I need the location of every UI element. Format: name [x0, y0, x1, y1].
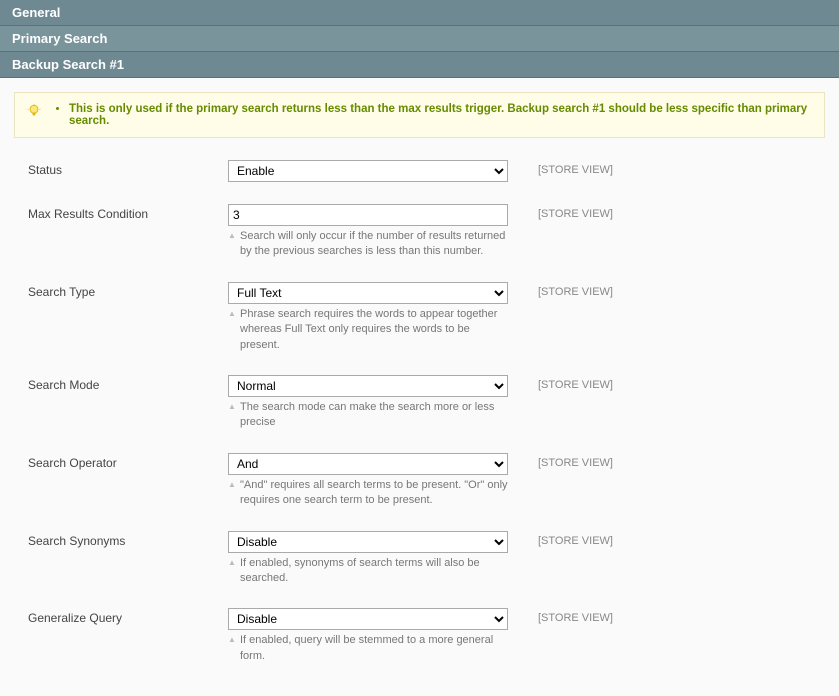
row-search-synonyms: Search Synonyms Disable If enabled, syno… — [28, 527, 811, 591]
label-search-operator: Search Operator — [28, 453, 228, 470]
label-search-type: Search Type — [28, 282, 228, 299]
row-status: Status Enable [STORE VIEW] — [28, 156, 811, 186]
input-max-results[interactable] — [228, 204, 508, 226]
help-search-type: Phrase search requires the words to appe… — [228, 307, 508, 353]
select-generalize-query[interactable]: Disable — [228, 608, 508, 630]
label-max-results: Max Results Condition — [28, 204, 228, 221]
lightbulb-icon — [27, 104, 41, 118]
notice-box: This is only used if the primary search … — [14, 92, 825, 138]
help-search-mode: The search mode can make the search more… — [228, 400, 508, 431]
help-search-operator: "And" requires all search terms to be pr… — [228, 478, 508, 509]
notice-list: This is only used if the primary search … — [69, 103, 812, 127]
section-primary-search[interactable]: Primary Search — [0, 26, 839, 52]
scope-status: [STORE VIEW] — [538, 160, 613, 176]
row-search-operator: Search Operator And "And" requires all s… — [28, 449, 811, 513]
scope-search-synonyms: [STORE VIEW] — [538, 531, 613, 547]
row-generalize-query: Generalize Query Disable If enabled, que… — [28, 604, 811, 668]
section-general[interactable]: General — [0, 0, 839, 26]
help-max-results: Search will only occur if the number of … — [228, 229, 508, 260]
label-search-mode: Search Mode — [28, 375, 228, 392]
section-backup-search-1[interactable]: Backup Search #1 — [0, 52, 839, 78]
select-search-synonyms[interactable]: Disable — [228, 531, 508, 553]
label-generalize-query: Generalize Query — [28, 608, 228, 625]
scope-search-type: [STORE VIEW] — [538, 282, 613, 298]
select-search-mode[interactable]: Normal — [228, 375, 508, 397]
notice-text: This is only used if the primary search … — [69, 103, 812, 127]
row-search-type: Search Type Full Text Phrase search requ… — [28, 278, 811, 357]
row-search-mode: Search Mode Normal The search mode can m… — [28, 371, 811, 435]
scope-search-operator: [STORE VIEW] — [538, 453, 613, 469]
scope-generalize-query: [STORE VIEW] — [538, 608, 613, 624]
select-search-operator[interactable]: And — [228, 453, 508, 475]
help-generalize-query: If enabled, query will be stemmed to a m… — [228, 633, 508, 664]
scope-max-results: [STORE VIEW] — [538, 204, 613, 220]
backup-search-content: This is only used if the primary search … — [0, 78, 839, 696]
select-search-type[interactable]: Full Text — [228, 282, 508, 304]
row-max-results: Max Results Condition Search will only o… — [28, 200, 811, 264]
help-search-synonyms: If enabled, synonyms of search terms wil… — [228, 556, 508, 587]
label-status: Status — [28, 160, 228, 177]
scope-search-mode: [STORE VIEW] — [538, 375, 613, 391]
select-status[interactable]: Enable — [228, 160, 508, 182]
